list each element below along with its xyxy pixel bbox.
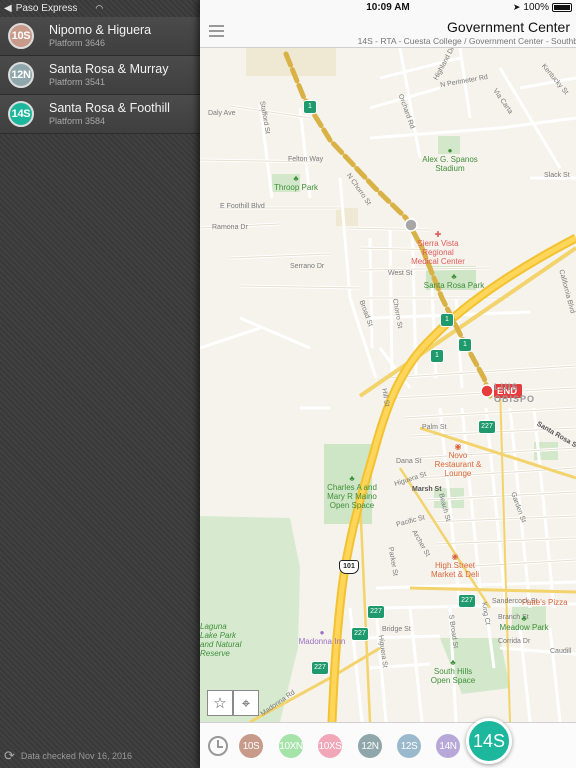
back-arrow-icon[interactable]: ◀	[4, 3, 12, 14]
battery-icon	[552, 3, 572, 12]
stop-item[interactable]: 14S Santa Rosa & Foothill Platform 3584	[0, 95, 200, 134]
route-button-10xs[interactable]: 10XS	[318, 734, 342, 758]
route-badge: 10S	[8, 23, 34, 49]
restaurant-icon: ◉	[451, 552, 459, 561]
street-label: Slack St	[544, 172, 570, 179]
highway-1-shield: 1	[430, 349, 444, 363]
park-icon: ♣	[451, 272, 457, 281]
stop-platform: Platform 3584	[49, 116, 106, 126]
highway-227-shield: 227	[311, 661, 329, 675]
route-button-14n[interactable]: 14N	[436, 734, 460, 758]
street-label: Daly Ave	[208, 110, 236, 117]
route-button-12n[interactable]: 12N	[358, 734, 382, 758]
highway-227-shield: 227	[478, 420, 496, 434]
street-label: Serrano Dr	[290, 263, 325, 270]
menu-icon[interactable]	[209, 25, 224, 37]
street-label: Corrida Dr	[498, 638, 531, 645]
battery-percent: 100%	[523, 2, 549, 13]
main-panel: 10:09 AM ➤ 100% Government Center 14S - …	[200, 0, 576, 768]
medical-center-label: ✚ Sierra Vista Regional Medical Center	[411, 230, 465, 266]
south-hills-open-space-label: ♣ South Hills Open Space	[430, 658, 476, 685]
stadium-label: ● Alex G. Spanos Stadium	[422, 146, 478, 173]
city-label: LUIS OBISPO	[494, 382, 536, 404]
stops-sidebar: ◀ Paso Express ◠ 10S Nipomo & Higuera Pl…	[0, 0, 200, 768]
street-label: Palm St	[422, 424, 447, 431]
route-badge: 12N	[8, 62, 34, 88]
restaurant-icon: ◉	[454, 442, 462, 451]
highway-227-shield: 227	[458, 594, 476, 608]
madonna-inn-label: ● Madonna Inn	[298, 628, 346, 646]
highway-227-shield: 227	[367, 605, 385, 619]
stop-platform: Platform 3541	[49, 77, 106, 87]
route-button-12s[interactable]: 12S	[397, 734, 421, 758]
nav-bar: Government Center 14S - RTA - Cuesta Col…	[200, 16, 576, 48]
highway-101-shield: 101	[339, 560, 359, 574]
stop-platform: Platform 3646	[49, 38, 106, 48]
meadow-park-label: ♣ Meadow Park	[499, 614, 549, 632]
street-label: Felton Way	[288, 156, 324, 163]
route-button-10s[interactable]: 10S	[239, 734, 263, 758]
street-label: Marsh St	[412, 486, 442, 493]
refresh-icon[interactable]: ⟳	[4, 748, 15, 764]
hospital-icon: ✚	[434, 230, 442, 239]
santa-rosa-park-label: ♣ Santa Rosa Park	[423, 272, 485, 290]
maino-open-space-label: ♣ Charles A and Mary R Maino Open Space	[327, 474, 377, 510]
route-button-14s-selected[interactable]: 14S	[466, 718, 512, 764]
stop-item[interactable]: 10S Nipomo & Higuera Platform 3646	[0, 17, 200, 56]
street-label: West St	[388, 270, 413, 277]
street-label: Caudill	[550, 648, 572, 655]
crosshair-icon: ⌖	[241, 694, 251, 712]
novo-restaurant-label: ◉ Novo Restaurant & Lounge	[434, 442, 482, 478]
favorite-star-button[interactable]: ☆	[207, 690, 233, 716]
hotel-icon: ●	[319, 628, 325, 637]
stop-name: Nipomo & Higuera	[49, 23, 152, 37]
clock-icon[interactable]	[208, 736, 228, 756]
highway-1-shield: 1	[303, 100, 317, 114]
street-label: Dana St	[396, 458, 422, 465]
route-button-10xn[interactable]: 10XN	[279, 734, 303, 758]
park-icon: ♣	[450, 658, 456, 667]
high-street-market-label: ◉ High Street Market & Deli	[430, 552, 479, 579]
stop-name: Santa Rosa & Foothill	[49, 101, 170, 115]
park-icon: ♣	[349, 474, 355, 483]
park-icon: ♣	[521, 614, 527, 623]
throop-park-label: ♣ Throop Park	[273, 174, 319, 192]
laguna-lake-park-label: Laguna Lake Park and Natural Reserve	[200, 622, 242, 658]
route-badge: 14S	[8, 101, 34, 127]
locate-me-button[interactable]: ⌖	[233, 690, 259, 716]
stadium-icon: ●	[447, 146, 453, 155]
street-label: Bridge St	[382, 626, 411, 633]
highway-1-shield: 1	[440, 313, 454, 327]
stop-name: Santa Rosa & Murray	[49, 62, 169, 76]
wifi-icon: ◠	[95, 2, 104, 13]
side-status-bar: ◀ Paso Express ◠	[0, 0, 200, 16]
highway-227-shield: 227	[351, 627, 369, 641]
map-view[interactable]: END 1 1 1 1 227 227 227 227 227 101 High…	[200, 48, 576, 722]
back-app-label[interactable]: Paso Express	[16, 3, 78, 14]
data-checked-label: Data checked Nov 16, 2016	[20, 751, 132, 761]
page-title: Government Center	[447, 19, 570, 35]
street-label: Ramona Dr	[212, 224, 248, 231]
fattes-pizza-label: Fatte's Pizza	[522, 598, 568, 607]
highway-1-shield: 1	[458, 338, 472, 352]
route-subtitle: 14S - RTA - Cuesta College / Government …	[357, 36, 576, 46]
street-label: E Foothill Blvd	[220, 203, 265, 210]
route-selector-bar: 10S 10XN 10XS 12N 12S 14N 14S	[200, 718, 576, 768]
status-bar: 10:09 AM ➤ 100%	[200, 0, 576, 16]
data-checked-footer: ⟳ Data checked Nov 16, 2016	[4, 748, 132, 764]
park-icon: ♣	[293, 174, 299, 183]
stop-item[interactable]: 12N Santa Rosa & Murray Platform 3541	[0, 56, 200, 95]
location-arrow-icon: ➤	[512, 2, 521, 12]
